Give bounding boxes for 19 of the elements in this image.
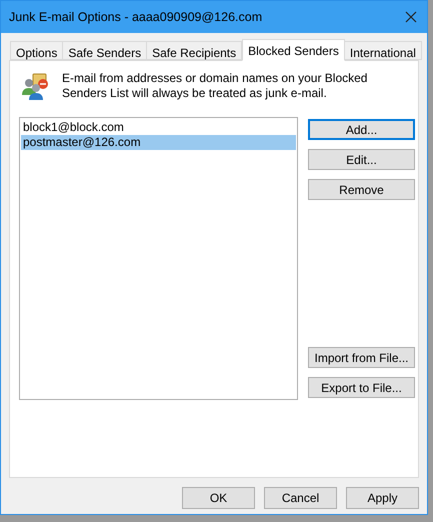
tab[interactable]: International — [344, 41, 422, 60]
file-button[interactable]: Import from File... — [308, 347, 415, 368]
tab[interactable]: Options — [10, 41, 64, 60]
description-text: E-mail from addresses or domain names on your Blocked Senders List will always be treated as junk e-mail. — [62, 71, 368, 101]
blocked-people-icon — [20, 71, 50, 101]
list-item[interactable]: block1@block.com — [21, 120, 296, 135]
file-button[interactable]: Export to File... — [308, 377, 415, 398]
action-button[interactable]: Remove — [308, 179, 415, 200]
dialog-button[interactable]: Apply — [346, 487, 419, 509]
action-button[interactable]: Edit... — [308, 149, 415, 170]
dialog-button[interactable]: OK — [182, 487, 255, 509]
tab[interactable]: Blocked Senders — [242, 39, 345, 61]
tab[interactable]: Safe Recipients — [146, 41, 242, 60]
dialog-button[interactable]: Cancel — [264, 487, 337, 509]
window-title: Junk E-mail Options - aaaa090909@126.com — [9, 8, 262, 26]
tab[interactable]: Safe Senders — [62, 41, 148, 60]
list-item[interactable]: postmaster@126.com — [21, 135, 296, 150]
action-button[interactable]: Add... — [308, 119, 415, 140]
close-icon[interactable] — [405, 11, 417, 23]
